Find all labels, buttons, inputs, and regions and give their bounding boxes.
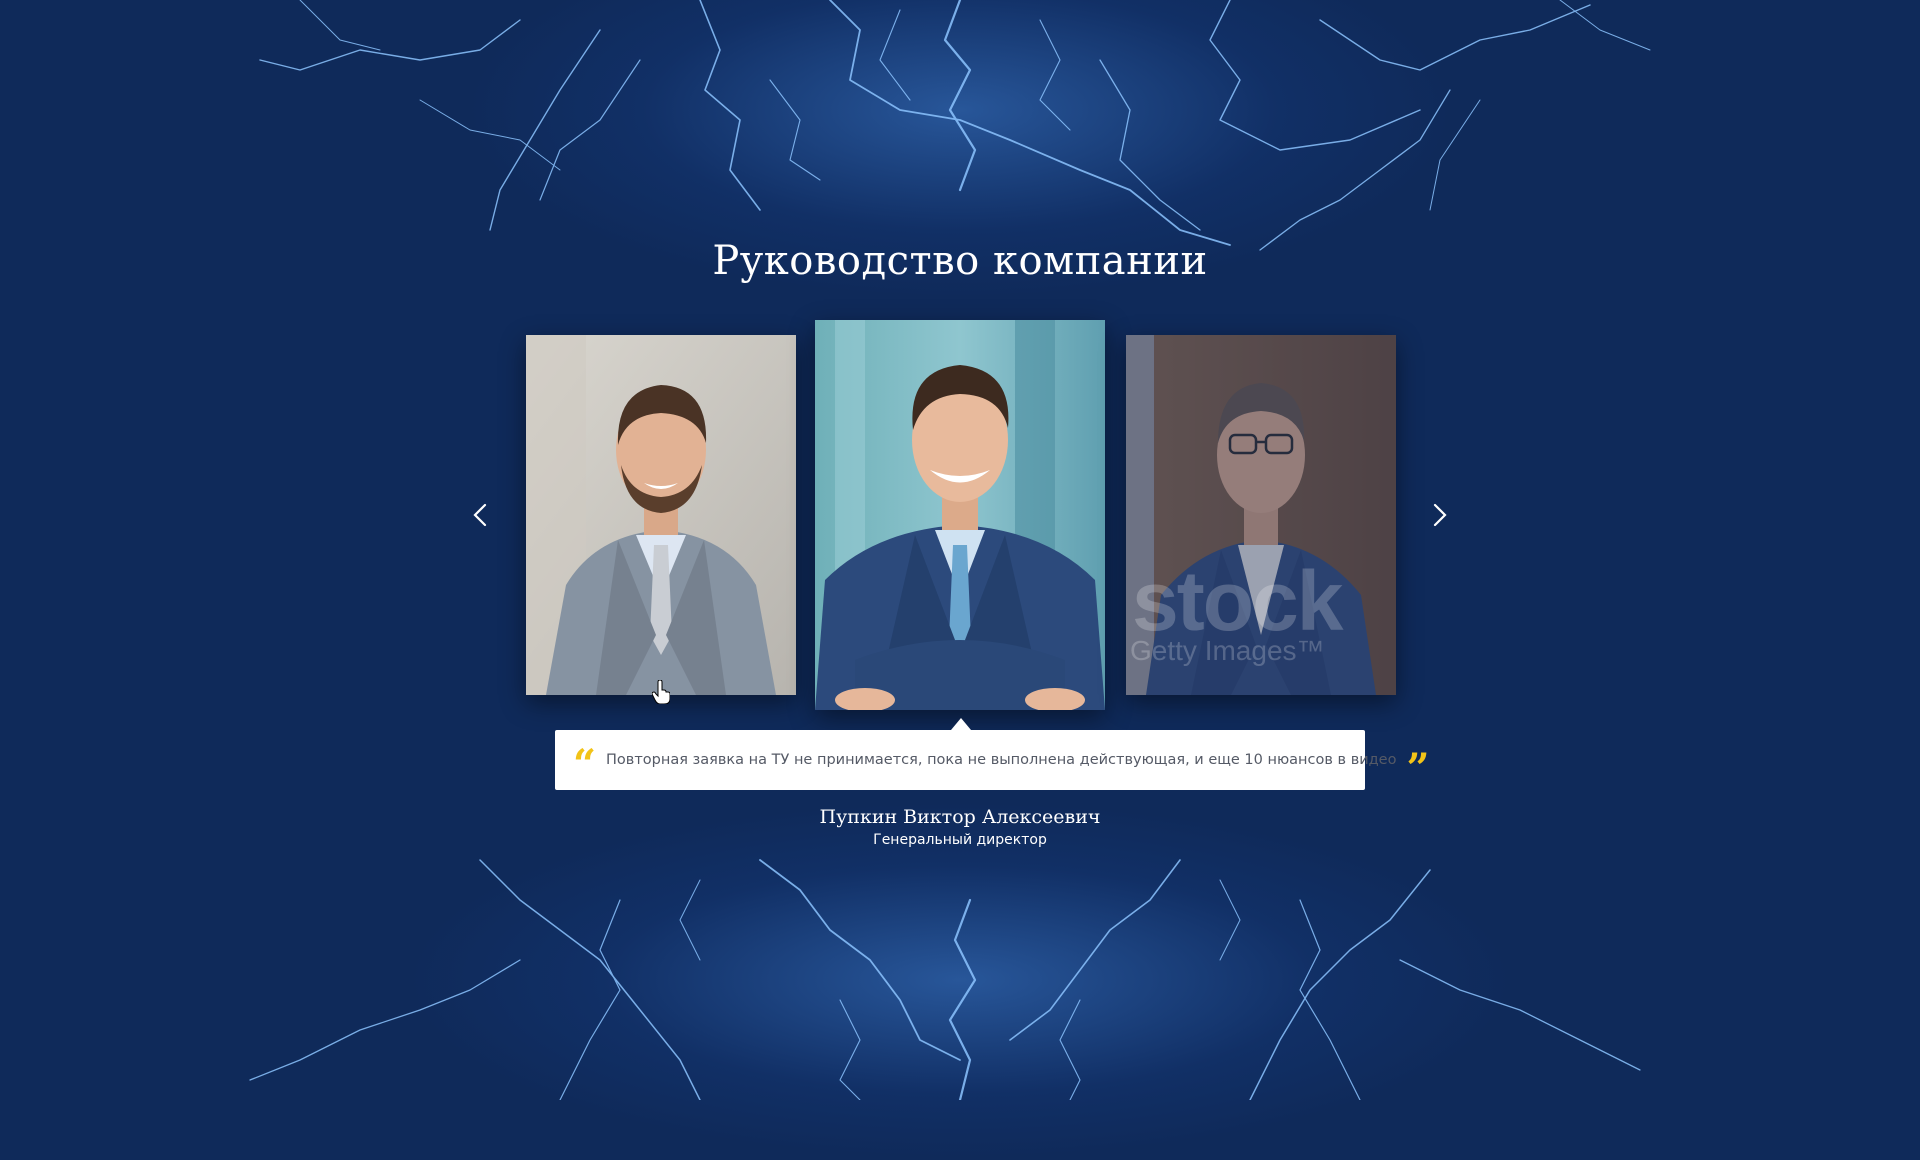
quote-pointer	[951, 718, 971, 730]
person-name: Пупкин Виктор Алексеевич	[819, 806, 1101, 828]
person-role: Генеральный директор	[873, 832, 1047, 848]
carousel-prev-button[interactable]	[461, 495, 501, 535]
carousel-next-button[interactable]	[1419, 495, 1459, 535]
testimonial-box: “ Повторная заявка на ТУ не принимается,…	[555, 730, 1430, 790]
testimonial-text: Повторная заявка на ТУ не принимается, п…	[606, 752, 1397, 768]
watermark-sub: Getty Images™	[1130, 635, 1325, 666]
chevron-left-icon	[473, 503, 487, 527]
close-quote-icon: ”	[1406, 745, 1430, 792]
carousel-slide-1[interactable]	[526, 335, 796, 695]
carousel-slide-2[interactable]	[815, 320, 1105, 710]
hand-cursor-icon	[652, 680, 670, 704]
portrait-photo	[526, 335, 796, 695]
portrait-photo	[815, 320, 1105, 710]
carousel-slide-3[interactable]: stock Getty Images™	[1126, 335, 1396, 695]
section-title: Руководство компании	[712, 238, 1208, 284]
chevron-right-icon	[1433, 503, 1447, 527]
open-quote-icon: “	[573, 741, 597, 788]
